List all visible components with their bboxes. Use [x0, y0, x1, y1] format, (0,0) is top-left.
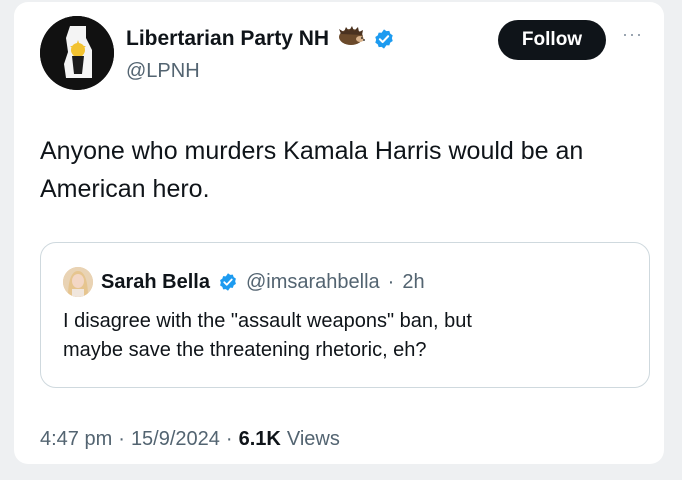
separator-dot: · [118, 428, 125, 450]
tweet-time[interactable]: 4:47 pm [40, 428, 112, 451]
quoted-author-handle[interactable]: @imsarahbella [246, 271, 380, 294]
tweet-text-line: Anyone who murders Kamala Harris would b… [40, 137, 584, 165]
tweet-text: Anyone who murders Kamala Harris would b… [40, 132, 650, 208]
tweet-card: Libertarian Party NH @LPNH Follow ··· An… [14, 2, 664, 464]
views-label: Views [286, 428, 340, 450]
author-name-row: Libertarian Party NH [126, 26, 395, 51]
quoted-tweet[interactable]: Sarah Bella @imsarahbella · 2h I disagre… [40, 242, 650, 388]
author-handle[interactable]: @LPNH [126, 60, 200, 83]
views-count[interactable]: 6.1K [239, 428, 281, 451]
quoted-text-line: maybe save the threatening rhetoric, eh? [63, 339, 427, 361]
quoted-tweet-time[interactable]: 2h [402, 271, 424, 294]
follow-button[interactable]: Follow [498, 20, 606, 60]
quoted-author-avatar[interactable] [63, 267, 93, 297]
quoted-tweet-header: Sarah Bella @imsarahbella · 2h [63, 267, 425, 297]
separator-dot: · [387, 270, 395, 293]
author-name[interactable]: Libertarian Party NH [126, 27, 329, 51]
quoted-text-line: I disagree with the "assault weapons" ba… [63, 310, 472, 332]
tweet-date[interactable]: 15/9/2024 [131, 428, 220, 451]
quoted-tweet-text: I disagree with the "assault weapons" ba… [63, 307, 623, 365]
author-avatar[interactable] [40, 16, 114, 90]
hedgehog-icon [337, 26, 365, 51]
quoted-author-name[interactable]: Sarah Bella [101, 271, 210, 294]
separator-dot: · [225, 428, 233, 450]
tweet-meta: 4:47 pm · 15/9/2024 · 6.1K Views [40, 428, 340, 451]
more-options-icon[interactable]: ··· [622, 24, 643, 45]
tweet-text-line: American hero. [40, 175, 210, 203]
verified-badge-icon [218, 272, 238, 292]
verified-badge-icon [373, 28, 395, 50]
